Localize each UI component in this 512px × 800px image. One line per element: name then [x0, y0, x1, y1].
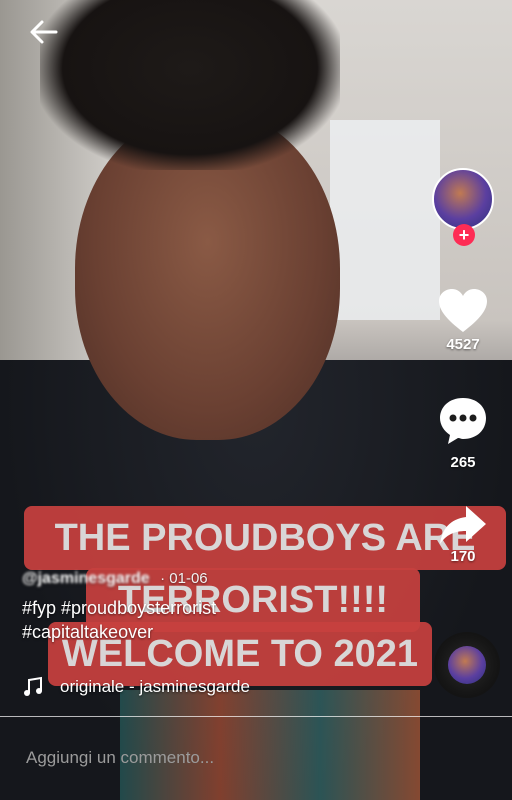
like-button[interactable]: 4527	[430, 286, 496, 353]
hair	[40, 0, 340, 170]
follow-button[interactable]: +	[453, 224, 475, 246]
creator-username[interactable]: @jasminesgarde	[22, 570, 150, 587]
creator-avatar[interactable]: +	[432, 168, 494, 246]
share-arrow-icon[interactable]	[436, 502, 490, 548]
avatar[interactable]	[432, 168, 494, 230]
comment-count: 265	[450, 454, 476, 471]
hashtags-line-1[interactable]: #fyp #proudboysterrorist	[22, 596, 392, 620]
share-button[interactable]: 170	[430, 502, 496, 565]
music-disc[interactable]	[434, 632, 500, 698]
comment-button[interactable]: 265	[430, 394, 496, 471]
comment-bubble-icon[interactable]	[436, 394, 490, 448]
music-title[interactable]: originale - jasminesgarde	[60, 677, 250, 697]
background-window	[330, 120, 440, 320]
share-count: 170	[450, 548, 476, 565]
hashtags-line-2[interactable]: #capitaltakeover	[22, 620, 392, 644]
back-arrow-icon[interactable]	[26, 14, 62, 50]
divider	[0, 716, 512, 717]
like-count: 4527	[446, 336, 480, 353]
music-info[interactable]: originale - jasminesgarde	[22, 676, 250, 698]
heart-icon[interactable]	[436, 286, 490, 336]
music-note-icon	[24, 676, 42, 696]
hashtags[interactable]: #fyp #proudboysterrorist #capitaltakeove…	[22, 596, 392, 644]
disc-cover	[448, 646, 486, 684]
caption-block: @jasminesgarde · 01-06 #fyp #proudboyste…	[22, 570, 392, 644]
hoodie-print	[120, 690, 420, 800]
post-date: · 01-06	[160, 570, 208, 587]
comment-input[interactable]: Aggiungi un commento...	[26, 748, 214, 768]
